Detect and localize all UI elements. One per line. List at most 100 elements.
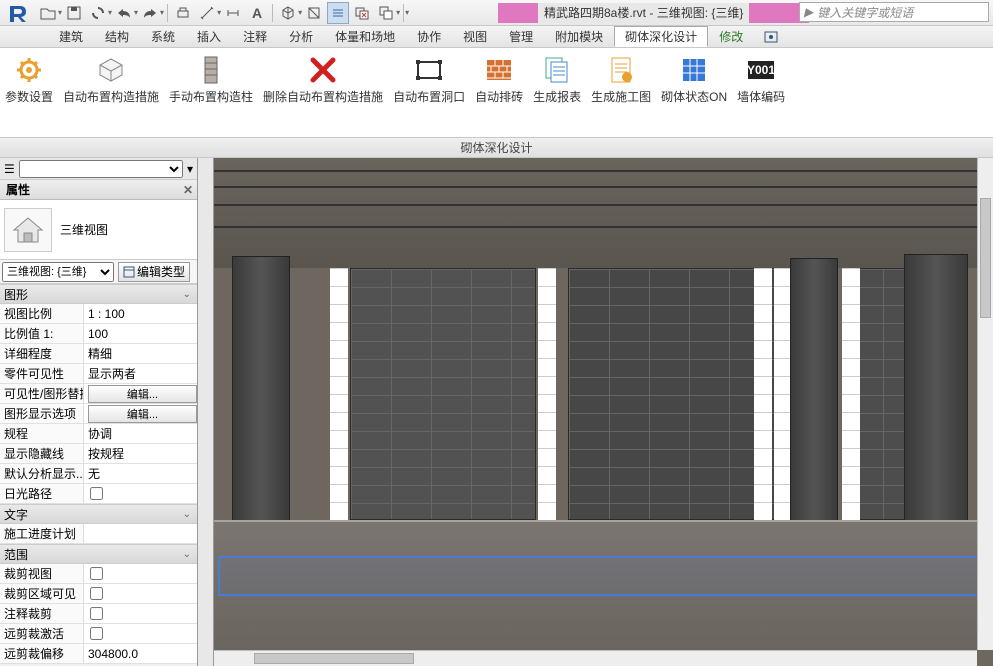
prop-value[interactable]: 精细 [84, 344, 197, 363]
param-settings-button[interactable]: 参数设置 [1, 52, 57, 107]
quick-access-toolbar: ▾ ▾ ▾ ▾ ▾ A ▾ ▾ ▾ 精武路四期8a楼.rvt - 三维视图: {… [0, 0, 993, 26]
prop-value[interactable]: 100 [84, 324, 197, 343]
checkbox[interactable] [90, 627, 103, 640]
brick-status-on-button[interactable]: 砌体状态ON [657, 52, 731, 107]
gen-construction-button[interactable]: 生成施工图 [587, 52, 655, 107]
prop-label: 默认分析显示... [0, 464, 84, 483]
auto-layout-opening-button[interactable]: 自动布置洞口 [389, 52, 469, 107]
wall-code-button[interactable]: Y001墙体编码 [733, 52, 789, 107]
type-dropdown[interactable] [19, 160, 183, 178]
tab-结构[interactable]: 结构 [94, 26, 140, 47]
prop-裁剪区域可见: 裁剪区域可见 [0, 584, 197, 604]
tab-建筑[interactable]: 建筑 [48, 26, 94, 47]
dimension-icon[interactable] [222, 2, 244, 24]
edit-type-button[interactable]: 编辑类型 [118, 262, 190, 282]
lines-icon[interactable]: ☰ [4, 162, 15, 176]
switch-window-icon[interactable] [375, 2, 397, 24]
edit-button[interactable]: 编辑... [88, 405, 197, 423]
app-logo[interactable] [2, 1, 34, 25]
checkbox[interactable] [90, 607, 103, 620]
prop-value[interactable]: 协调 [84, 424, 197, 443]
auto-brick-button[interactable]: 自动排砖 [471, 52, 527, 107]
brick-wall [350, 268, 536, 520]
redo-icon[interactable] [139, 2, 161, 24]
tab-管理[interactable]: 管理 [498, 26, 544, 47]
measure-icon[interactable] [196, 2, 218, 24]
tab-分析[interactable]: 分析 [278, 26, 324, 47]
prop-value[interactable]: 无 [84, 464, 197, 483]
tab-协作[interactable]: 协作 [406, 26, 452, 47]
svg-text:Y001: Y001 [747, 63, 775, 77]
checkbox[interactable] [90, 587, 103, 600]
close-views-icon[interactable] [351, 2, 373, 24]
tab-插入[interactable]: 插入 [186, 26, 232, 47]
close-icon[interactable]: ✕ [183, 183, 193, 197]
type-label: 三维视图 [60, 221, 108, 238]
expand-icon: ⌄ [183, 509, 191, 520]
group-图形[interactable]: 图形⌄ [0, 284, 197, 304]
checkbox[interactable] [90, 567, 103, 580]
prop-label: 裁剪区域可见 [0, 584, 84, 603]
tab-修改[interactable]: 修改 [708, 26, 754, 47]
tab-注释[interactable]: 注释 [232, 26, 278, 47]
group-范围[interactable]: 范围⌄ [0, 544, 197, 564]
vertical-scrollbar[interactable] [977, 158, 993, 650]
section-icon[interactable] [303, 2, 325, 24]
column-icon [195, 54, 227, 86]
prop-label: 远剪裁偏移 [0, 644, 84, 663]
horizontal-scrollbar[interactable] [214, 650, 977, 666]
prop-label: 显示隐藏线 [0, 444, 84, 463]
edit-button[interactable]: 编辑... [88, 385, 197, 403]
prop-label: 比例值 1: [0, 324, 84, 343]
prop-label: 注释裁剪 [0, 604, 84, 623]
ribbon-panel-title: 砌体深化设计 [0, 138, 993, 158]
prop-value[interactable]: 304800.0 [84, 644, 197, 663]
prop-详细程度: 详细程度精细 [0, 344, 197, 364]
delete-auto-layout-button[interactable]: 删除自动布置构造措施 [259, 52, 387, 107]
instance-selector[interactable]: 三维视图: {三维} [2, 262, 114, 282]
gen-report-button[interactable]: 生成报表 [529, 52, 585, 107]
prop-value[interactable]: 显示两者 [84, 364, 197, 383]
tab-砌体深化设计[interactable]: 砌体深化设计 [614, 26, 708, 47]
qat-customize-icon[interactable]: ▾ [405, 8, 409, 17]
undo-icon[interactable] [113, 2, 135, 24]
search-input[interactable]: ▶键入关键字或短语 [799, 2, 989, 22]
prop-label: 可见性/图形替换 [0, 384, 84, 403]
tab-附加模块[interactable]: 附加模块 [544, 26, 614, 47]
tab-体量和场地[interactable]: 体量和场地 [324, 26, 406, 47]
type-preview[interactable]: 三维视图 [0, 200, 197, 260]
prop-value[interactable] [84, 524, 197, 543]
properties-header: 属性✕ [0, 180, 197, 200]
print-icon[interactable] [172, 2, 194, 24]
thin-lines-icon[interactable] [327, 2, 349, 24]
auto-layout-measure-button[interactable]: 自动布置构造措施 [59, 52, 163, 107]
prop-比例值 1:: 比例值 1:100 [0, 324, 197, 344]
sheets-icon [541, 54, 573, 86]
type-selector-bar: ☰ ▾ [0, 158, 197, 180]
tab-视图[interactable]: 视图 [452, 26, 498, 47]
manual-layout-column-button[interactable]: 手动布置构造柱 [165, 52, 257, 107]
group-文字[interactable]: 文字⌄ [0, 504, 197, 524]
sync-icon[interactable] [87, 2, 109, 24]
prop-value[interactable]: 按规程 [84, 444, 197, 463]
prop-日光路径: 日光路径 [0, 484, 197, 504]
box-icon [95, 54, 127, 86]
tab-系统[interactable]: 系统 [140, 26, 186, 47]
selection-box[interactable] [218, 556, 989, 596]
prop-value[interactable]: 1 : 100 [84, 304, 197, 323]
3d-view[interactable] [214, 158, 993, 666]
prop-label: 规程 [0, 424, 84, 443]
x-icon [307, 54, 339, 86]
doc-icon [605, 54, 637, 86]
open-icon[interactable] [37, 2, 59, 24]
prop-label: 远剪裁激活 [0, 624, 84, 643]
3d-icon[interactable] [277, 2, 299, 24]
filter-icon[interactable]: ▾ [187, 162, 193, 176]
save-icon[interactable] [63, 2, 85, 24]
text-icon[interactable]: A [246, 2, 268, 24]
panel-collapse-strip[interactable] [198, 158, 214, 666]
prop-视图比例: 视图比例1 : 100 [0, 304, 197, 324]
ribbon-tabs: 建筑结构系统插入注释分析体量和场地协作视图管理附加模块砌体深化设计修改 [0, 26, 993, 48]
tab-extra-icon[interactable] [760, 26, 782, 47]
checkbox[interactable] [90, 487, 103, 500]
